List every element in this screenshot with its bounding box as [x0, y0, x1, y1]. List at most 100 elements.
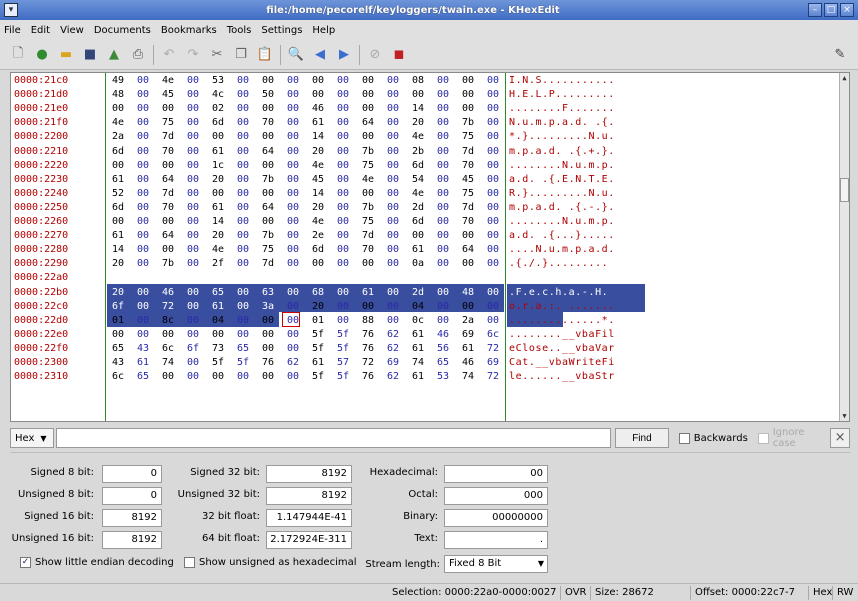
hex-byte[interactable]: 74 [159, 356, 177, 370]
hex-byte[interactable]: 8c [159, 314, 177, 328]
hex-byte[interactable]: 72 [484, 370, 502, 384]
hex-byte[interactable]: 00 [184, 314, 202, 328]
hex-byte[interactable]: 00 [384, 74, 402, 88]
hex-byte[interactable]: 00 [359, 271, 377, 285]
hex-byte[interactable]: 00 [184, 328, 202, 342]
hex-byte[interactable]: 6d [109, 145, 127, 159]
hex-byte[interactable]: 00 [459, 88, 477, 102]
hex-byte[interactable]: 6c [159, 342, 177, 356]
hex-byte[interactable]: 62 [384, 370, 402, 384]
hex-byte[interactable]: 00 [459, 257, 477, 271]
hex-byte[interactable]: 57 [334, 356, 352, 370]
hex-byte[interactable]: 62 [384, 342, 402, 356]
hex-byte[interactable]: 00 [484, 159, 502, 173]
hex-byte[interactable]: 00 [234, 257, 252, 271]
hex-byte[interactable]: 00 [434, 300, 452, 314]
hex-byte[interactable]: 00 [384, 130, 402, 144]
hex-byte[interactable]: 61 [309, 356, 327, 370]
hex-byte[interactable]: 00 [134, 229, 152, 243]
row-text[interactable]: ....N.u.m.p.a.d. [509, 243, 615, 257]
hex-byte[interactable]: 49 [109, 74, 127, 88]
hex-byte[interactable]: 00 [284, 88, 302, 102]
hex-byte[interactable]: 00 [134, 286, 152, 300]
hex-byte[interactable]: 00 [484, 88, 502, 102]
hex-byte[interactable]: 00 [384, 145, 402, 159]
row-text[interactable]: .{./.}......... [509, 257, 608, 271]
hex-byte[interactable]: 7d [159, 130, 177, 144]
hex-row[interactable]: 0000:21f0 4e 00 75 00 6d 00 70 00 61 00 64 00 20 00 7b 0… [11, 116, 841, 130]
hex-byte[interactable]: 00 [334, 102, 352, 116]
hex-byte[interactable]: 00 [259, 159, 277, 173]
hex-row[interactable]: 0000:22f0 65 43 6c 6f 73 65 00 00 5f 5f 76 62 61 56 61 7… [11, 342, 841, 356]
hex-byte[interactable]: 00 [134, 74, 152, 88]
checkbox-box[interactable]: ✓ [20, 557, 31, 568]
hex-byte[interactable]: 00 [259, 370, 277, 384]
hex-byte[interactable]: 00 [184, 187, 202, 201]
hex-byte[interactable]: 69 [484, 356, 502, 370]
hex-byte[interactable]: 43 [109, 356, 127, 370]
hex-byte[interactable]: 00 [284, 328, 302, 342]
hex-byte[interactable]: 70 [359, 243, 377, 257]
checkbox-box[interactable] [757, 432, 769, 444]
hex-byte[interactable]: 00 [434, 286, 452, 300]
hex-row[interactable]: 0000:2220 00 00 00 00 1c 00 00 00 4e 00 75 00 6d 00 70 0… [11, 159, 841, 173]
hex-byte[interactable]: 00 [234, 328, 252, 342]
row-text[interactable]: ........N.u.m.p. [509, 215, 615, 229]
hex-byte[interactable]: 70 [459, 215, 477, 229]
hex-byte[interactable]: 4e [309, 159, 327, 173]
hex-byte[interactable]: 00 [284, 286, 302, 300]
hex-row[interactable]: 0000:2310 6c 65 00 00 00 00 00 00 5f 5f 76 62 61 53 74 7… [11, 370, 841, 384]
hex-byte[interactable]: 00 [259, 102, 277, 116]
hex-byte[interactable]: 00 [184, 74, 202, 88]
hex-byte[interactable]: 00 [109, 159, 127, 173]
hex-byte[interactable]: 00 [309, 74, 327, 88]
hex-byte[interactable]: 00 [184, 370, 202, 384]
hex-row[interactable]: 0000:2260 00 00 00 00 14 00 00 00 4e 00 75 00 6d 00 70 0… [11, 215, 841, 229]
find-icon[interactable]: 🔍 [286, 45, 306, 65]
hex-byte[interactable]: 20 [309, 201, 327, 215]
hex-byte[interactable]: 00 [359, 257, 377, 271]
row-text[interactable]: Cat.__vbaWriteFi [509, 356, 615, 370]
hex-byte[interactable]: 61 [209, 300, 227, 314]
hex-byte[interactable]: 48 [109, 88, 127, 102]
checkbox-box[interactable] [184, 557, 195, 568]
hex-row[interactable]: 0000:2230 61 00 64 00 20 00 7b 00 45 00 4e 00 54 00 45 0… [11, 173, 841, 187]
row-text[interactable]: a.d. .{...}..... [509, 229, 615, 243]
row-text[interactable]: R.}.........N.u. [509, 187, 615, 201]
copy-icon[interactable]: ❐ [231, 45, 251, 65]
hex-byte[interactable]: 00 [484, 102, 502, 116]
hex-byte[interactable]: 00 [259, 74, 277, 88]
hex-byte[interactable]: 46 [309, 102, 327, 116]
hex-byte[interactable]: 69 [259, 271, 277, 285]
hex-byte[interactable]: 00 [459, 300, 477, 314]
hex-byte[interactable]: 1c [209, 159, 227, 173]
hex-byte[interactable]: 75 [359, 215, 377, 229]
hex-byte[interactable]: 7d [359, 229, 377, 243]
hex-byte[interactable]: 00 [134, 88, 152, 102]
row-text[interactable]: eClose..__vbaVar [509, 342, 615, 356]
hex-byte[interactable]: 7b [459, 116, 477, 130]
hex-byte[interactable]: 00 [284, 229, 302, 243]
hex-byte[interactable]: 00 [234, 314, 252, 328]
stop-icon[interactable]: ⊘ [365, 45, 385, 65]
hex-byte[interactable]: 00 [284, 159, 302, 173]
hex-byte[interactable]: 74 [459, 370, 477, 384]
ignore-case-checkbox[interactable]: Ignore case [757, 427, 830, 449]
hex-byte[interactable]: 00 [134, 314, 152, 328]
hex-byte[interactable]: 00 [184, 201, 202, 215]
hex-byte[interactable]: 48 [459, 286, 477, 300]
hex-byte[interactable]: 64 [259, 201, 277, 215]
hex-byte[interactable]: 00 [159, 159, 177, 173]
row-text[interactable]: I.N.S........... [509, 74, 615, 88]
hex-row[interactable]: 0000:2210 6d 00 70 00 61 00 64 00 20 00 7b 00 2b 00 7d 0… [11, 145, 841, 159]
hex-byte[interactable]: 00 [234, 130, 252, 144]
open-icon[interactable]: ● [32, 45, 52, 65]
hex-byte[interactable]: 56 [434, 342, 452, 356]
hex-row[interactable]: 0000:21c0 49 00 4e 00 53 00 00 00 00 00 00 00 08 00 00 0… [11, 74, 841, 88]
hex-byte[interactable]: 69 [459, 328, 477, 342]
hex-byte[interactable]: 00 [284, 243, 302, 257]
hex-byte[interactable]: 7b [259, 229, 277, 243]
hex-byte[interactable]: 00 [334, 130, 352, 144]
hex-row[interactable]: 0000:22d0 01 00 8c 00 04 00 00 00 01 00 88 00 0c 00 2a 0… [11, 314, 841, 328]
hex-byte[interactable]: 74 [409, 356, 427, 370]
